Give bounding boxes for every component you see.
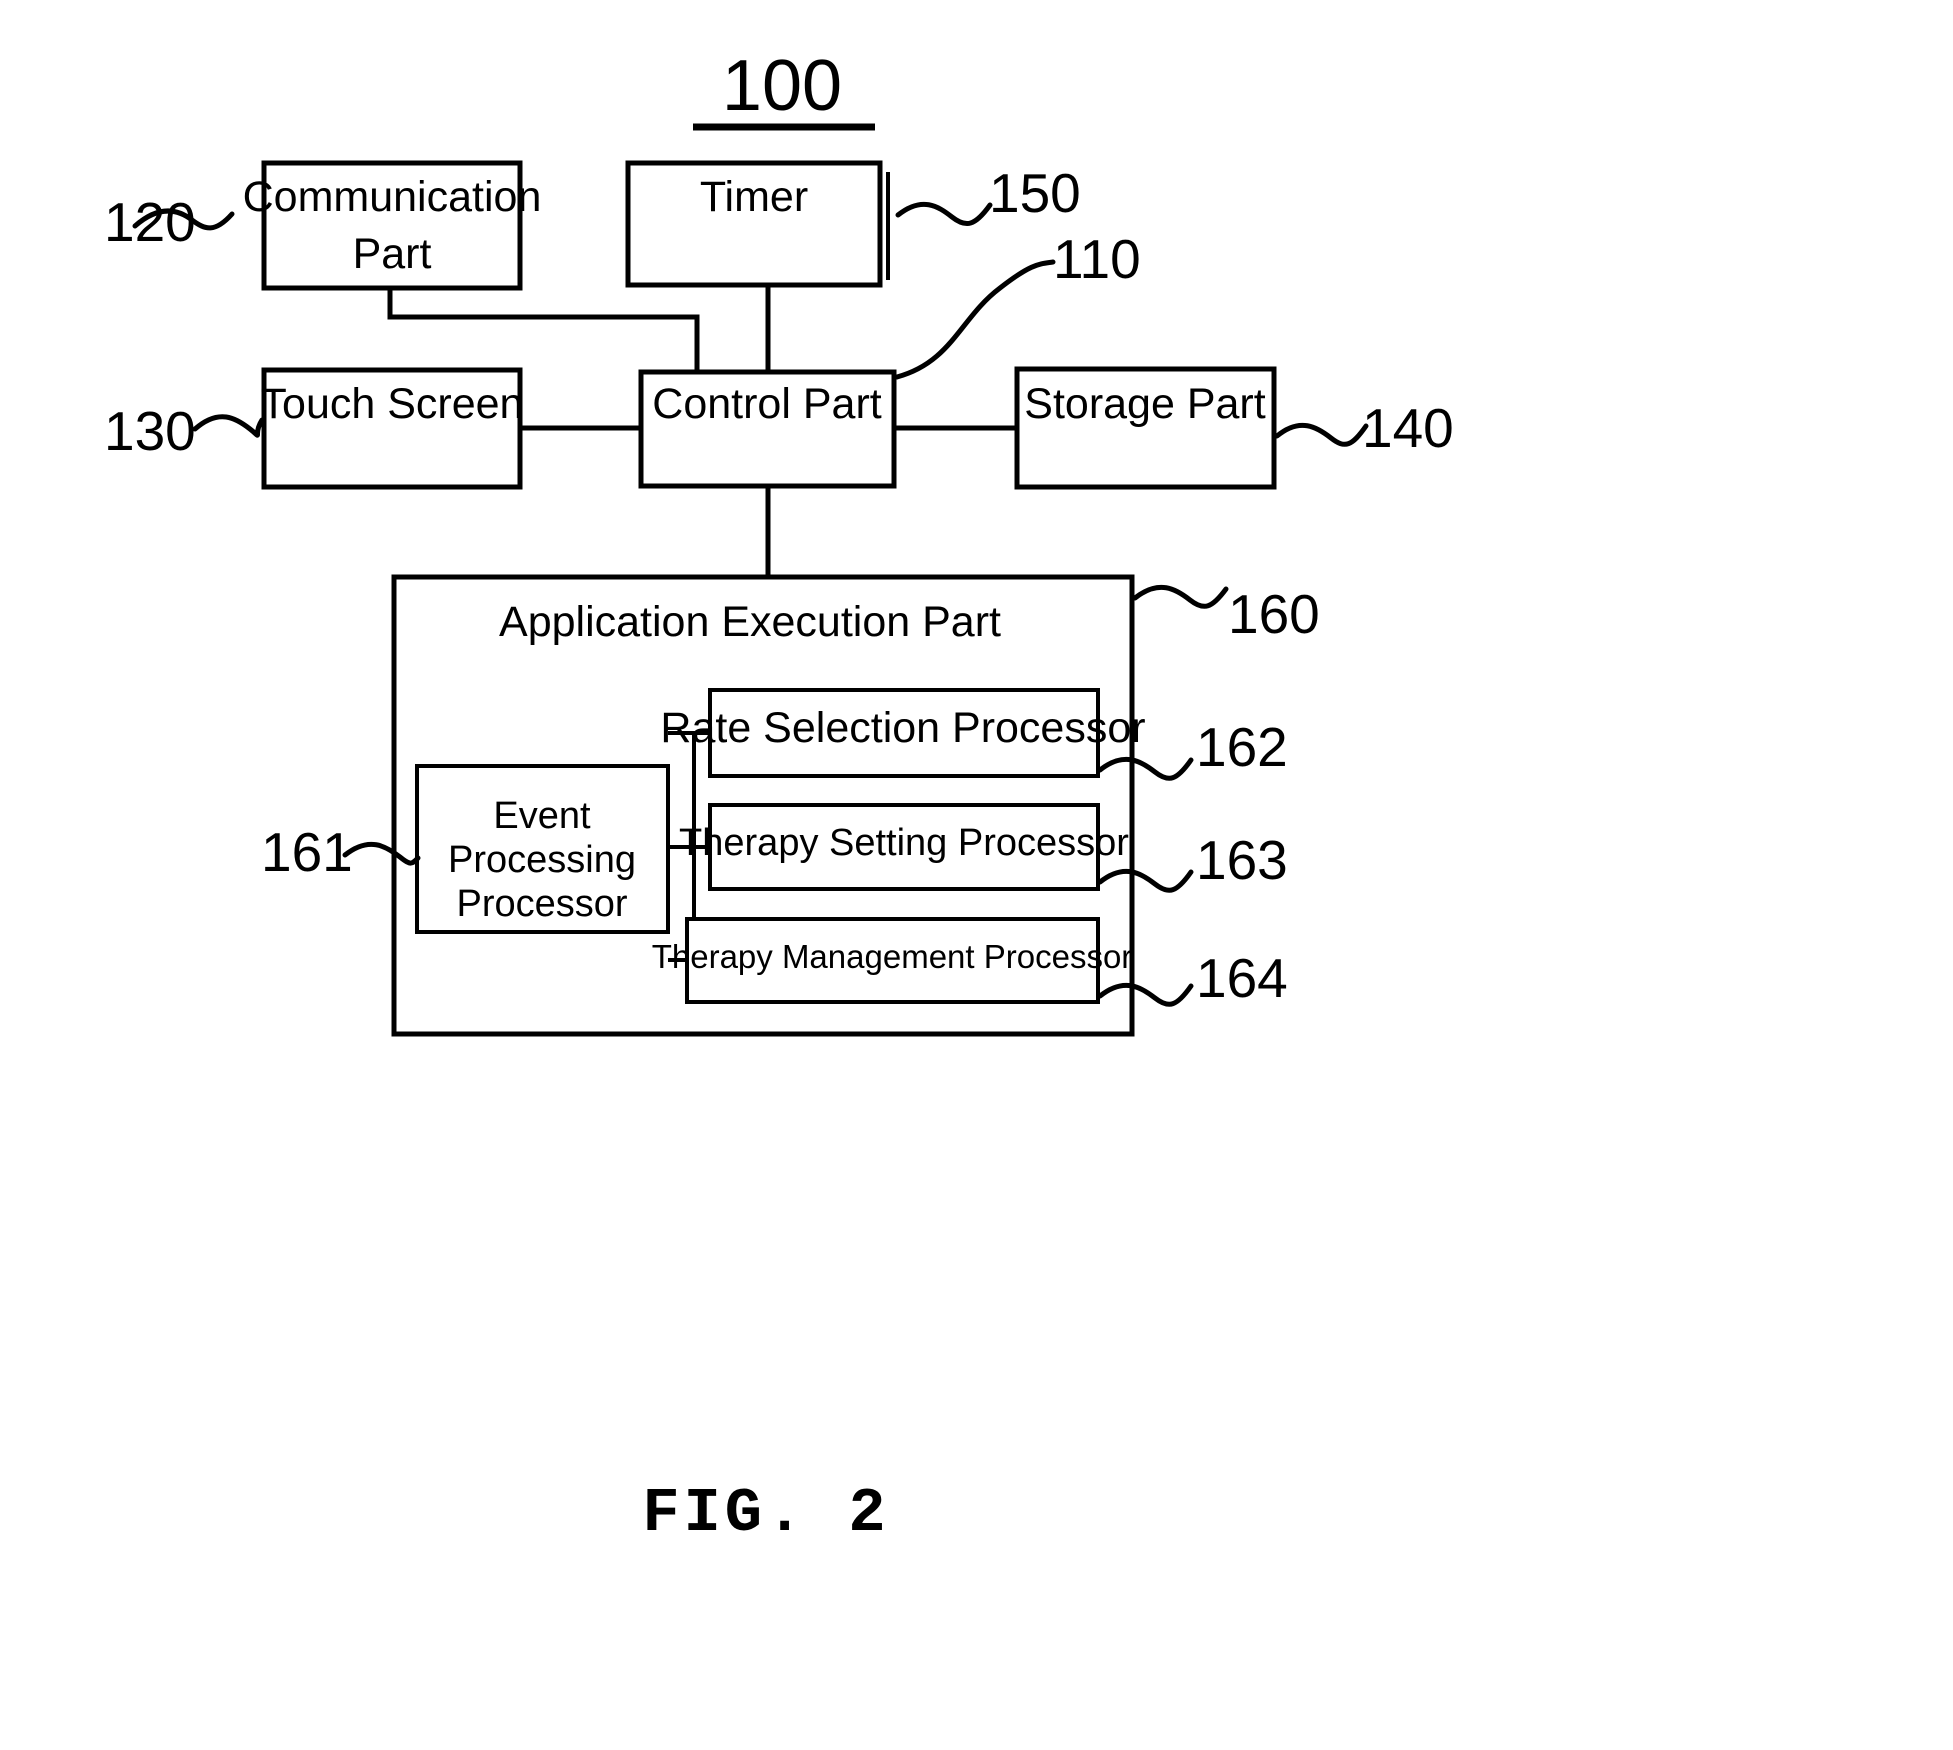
ref-label-161: 161: [261, 821, 353, 883]
system-number-label: 100: [722, 46, 842, 126]
leader-line-150: [895, 201, 993, 227]
event-processing-processor-label-line2: Processing: [448, 839, 636, 881]
patent-figure: 100 Communication Part Timer Touch Scree…: [0, 0, 1953, 1750]
timer-label: Timer: [700, 173, 808, 221]
block-diagram-svg: 100 Communication Part Timer Touch Scree…: [104, 46, 1454, 1549]
communication-part-label-line1: Communication: [243, 173, 542, 221]
control-part-label: Control Part: [652, 380, 881, 428]
communication-part-label-line2: Part: [353, 230, 432, 278]
connector-communication-to-control: [387, 288, 700, 372]
event-processing-processor-label-line1: Event: [493, 795, 591, 837]
application-execution-part-label: Application Execution Part: [499, 598, 1001, 646]
ref-label-160: 160: [1228, 583, 1320, 645]
figure-caption: FIG. 2: [642, 1478, 889, 1549]
rate-selection-processor-label: Rate Selection Processor: [660, 704, 1145, 752]
ref-label-110: 110: [1053, 228, 1141, 290]
storage-part-label: Storage Part: [1024, 380, 1265, 428]
leader-line-130: [192, 414, 265, 438]
ref-label-120: 120: [104, 191, 196, 253]
ref-label-150: 150: [989, 162, 1081, 224]
ref-label-164: 164: [1196, 947, 1288, 1009]
therapy-setting-processor-label: Therapy Setting Processor: [679, 822, 1129, 864]
ref-label-130: 130: [104, 400, 196, 462]
leader-line-110: [894, 259, 1056, 380]
ref-label-163: 163: [1196, 829, 1288, 891]
leader-line-140: [1274, 422, 1369, 447]
ref-label-140: 140: [1362, 397, 1454, 459]
therapy-management-processor-label: Therapy Management Processor: [652, 938, 1133, 975]
event-processing-processor-label-line3: Processor: [456, 883, 627, 925]
touch-screen-label: Touch Screen: [261, 380, 524, 428]
leader-line-160: [1132, 584, 1229, 609]
ref-label-162: 162: [1196, 716, 1288, 778]
